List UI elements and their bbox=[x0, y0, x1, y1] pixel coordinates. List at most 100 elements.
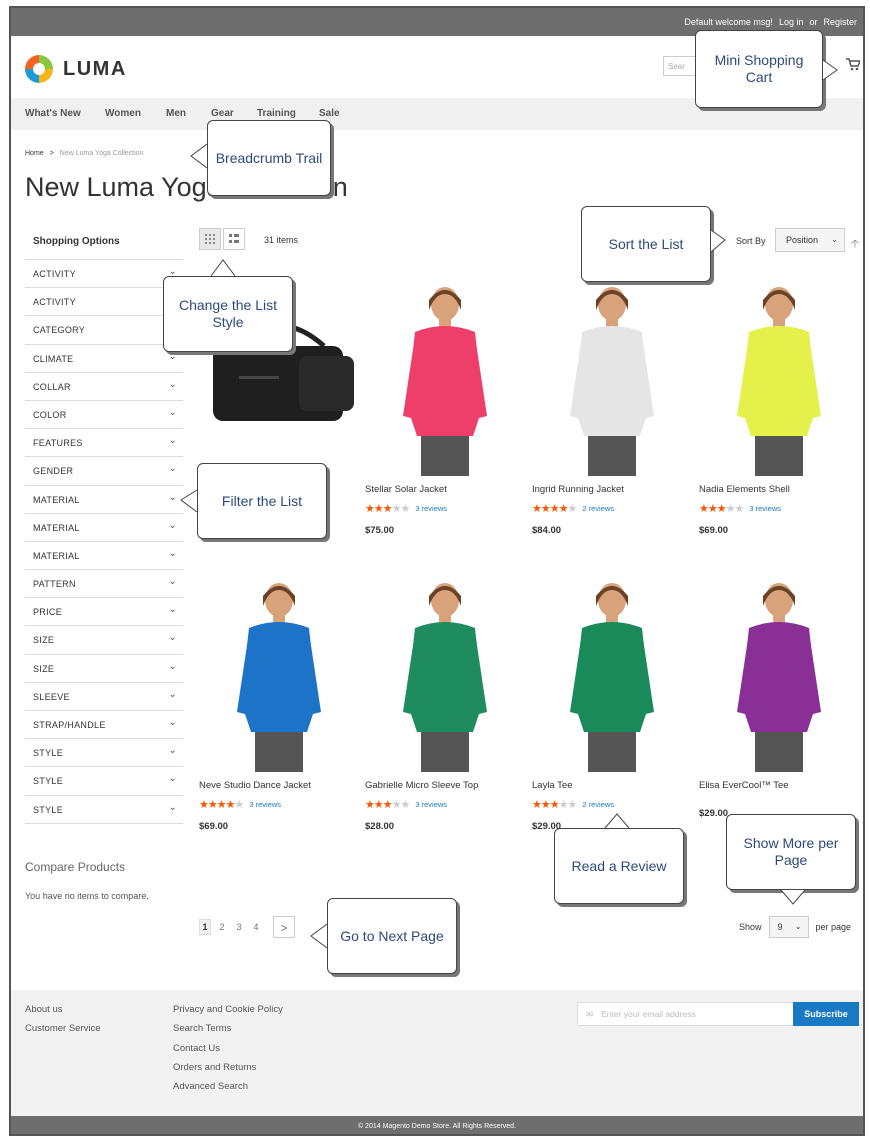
footer-link-customer-service[interactable]: Customer Service bbox=[25, 1023, 101, 1042]
callout-change-list-style: Change the List Style bbox=[163, 276, 293, 352]
compare-text: You have no items to compare. bbox=[25, 891, 149, 901]
filter-style[interactable]: STYLE ⌄ bbox=[25, 796, 183, 824]
grid-view-icon[interactable] bbox=[199, 228, 221, 250]
copyright-bar: © 2014 Magento Demo Store. All Rights Re… bbox=[11, 1116, 863, 1134]
callout-next-page: Go to Next Page bbox=[327, 898, 457, 974]
filter-features[interactable]: FEATURES ⌄ bbox=[25, 429, 183, 458]
nav-item-sale[interactable]: Sale bbox=[319, 108, 340, 119]
filter-label: CATEGORY bbox=[33, 325, 86, 336]
filter-climate[interactable]: CLIMATE ⌄ bbox=[25, 345, 183, 373]
list-view-icon[interactable] bbox=[223, 228, 245, 250]
product-image[interactable] bbox=[699, 276, 859, 476]
product-image[interactable] bbox=[532, 572, 692, 772]
limiter: Show 9 ⌄ per page bbox=[739, 916, 851, 938]
page-3[interactable]: 3 bbox=[233, 922, 245, 932]
callout-show-more: Show More per Page bbox=[726, 814, 856, 890]
product-card[interactable]: Ingrid Running Jacket ★★★★★ 2 reviews $84.0… bbox=[532, 276, 692, 536]
footer: About us Customer Service Privacy and Co… bbox=[11, 990, 863, 1116]
filter-label: STYLE bbox=[33, 804, 64, 815]
product-card[interactable]: Nadia Elements Shell ★★★★★ 3 reviews $69.00 bbox=[699, 276, 859, 536]
register-link[interactable]: Register bbox=[823, 17, 857, 27]
logo[interactable]: LUMA bbox=[25, 55, 127, 83]
filter-label: GENDER bbox=[33, 466, 74, 477]
filter-label: PRICE bbox=[33, 607, 63, 618]
filter-price[interactable]: PRICE ⌄ bbox=[25, 598, 183, 627]
breadcrumb-home[interactable]: Home bbox=[25, 150, 44, 157]
reviews-link[interactable]: 3 reviews bbox=[415, 504, 447, 513]
product-name[interactable]: Stellar Solar Jacket bbox=[365, 484, 525, 498]
filter-sleeve[interactable]: SLEEVE ⌄ bbox=[25, 683, 183, 711]
footer-link-about[interactable]: About us bbox=[25, 1004, 101, 1023]
product-name[interactable]: Neve Studio Dance Jacket bbox=[199, 780, 359, 794]
page-2[interactable]: 2 bbox=[216, 922, 228, 932]
nav-item-men[interactable]: Men bbox=[166, 108, 186, 119]
reviews-link[interactable]: 3 reviews bbox=[249, 800, 281, 809]
callout-filter-list: Filter the List bbox=[197, 463, 327, 539]
product-image[interactable] bbox=[532, 276, 692, 476]
product-card[interactable]: Stellar Solar Jacket ★★★★★ 3 reviews $75.00 bbox=[365, 276, 525, 536]
newsletter-email-input[interactable]: ✉ Enter your email address bbox=[577, 1002, 795, 1026]
nav-item-women[interactable]: Women bbox=[105, 108, 141, 119]
nav-item-gear[interactable]: Gear bbox=[211, 108, 234, 119]
reviews-link[interactable]: 3 reviews bbox=[749, 504, 781, 513]
footer-link-advanced-search[interactable]: Advanced Search bbox=[173, 1081, 283, 1100]
reviews-link[interactable]: 3 reviews bbox=[415, 800, 447, 809]
nav-item-training[interactable]: Training bbox=[257, 108, 296, 119]
filter-pattern[interactable]: PATTERN ⌄ bbox=[25, 570, 183, 599]
product-image[interactable] bbox=[365, 276, 525, 476]
footer-link-orders-returns[interactable]: Orders and Returns bbox=[173, 1062, 283, 1081]
product-image[interactable] bbox=[699, 572, 859, 772]
product-image[interactable] bbox=[365, 572, 525, 772]
product-price: $28.00 bbox=[365, 821, 395, 832]
footer-link-privacy[interactable]: Privacy and Cookie Policy bbox=[173, 1004, 283, 1023]
sort-by-select[interactable]: Position ⌄ bbox=[775, 228, 845, 252]
filter-label: STYLE bbox=[33, 776, 64, 787]
product-card[interactable]: Layla Tee ★★★★★ 2 reviews $29.00 bbox=[532, 572, 692, 832]
chevron-down-icon: ⌄ bbox=[168, 604, 177, 616]
product-card[interactable]: Neve Studio Dance Jacket ★★★★★ 3 reviews $6… bbox=[199, 572, 359, 832]
product-price: $69.00 bbox=[699, 525, 729, 536]
filter-strap-handle[interactable]: STRAP/HANDLE ⌄ bbox=[25, 711, 183, 740]
product-card[interactable]: Gabrielle Micro Sleeve Top ★★★★★ 3 reviews… bbox=[365, 572, 525, 832]
cart-icon[interactable] bbox=[846, 58, 862, 74]
reviews-link[interactable]: 2 reviews bbox=[582, 800, 614, 809]
filter-label: ACTIVITY bbox=[33, 269, 76, 279]
product-card[interactable]: Elisa EverCool™ Tee $29.00 bbox=[699, 572, 859, 819]
filter-activity[interactable]: ACTIVITY⌄ bbox=[25, 288, 183, 317]
filter-style[interactable]: STYLE ⌄ bbox=[25, 739, 183, 768]
product-name[interactable]: Ingrid Running Jacket bbox=[532, 484, 692, 498]
reviews-link[interactable]: 2 reviews bbox=[582, 504, 614, 513]
or-text: or bbox=[809, 17, 818, 27]
product-name[interactable]: Gabrielle Micro Sleeve Top bbox=[365, 780, 525, 794]
filter-size[interactable]: SIZE ⌄ bbox=[25, 655, 183, 683]
filter-size[interactable]: SIZE ⌄ bbox=[25, 626, 183, 655]
nav-item-whats-new[interactable]: What's New bbox=[25, 108, 81, 119]
filter-color[interactable]: COLOR ⌄ bbox=[25, 401, 183, 430]
rating-stars-icon: ★★★★★ bbox=[532, 503, 577, 515]
footer-link-search-terms[interactable]: Search Terms bbox=[173, 1023, 283, 1042]
pagination: 1 2 3 4 > bbox=[199, 916, 295, 938]
breadcrumb: Home > New Luma Yoga Collection bbox=[25, 150, 143, 157]
limiter-select[interactable]: 9 ⌄ bbox=[768, 916, 809, 938]
filter-material[interactable]: MATERIAL ⌄ bbox=[25, 514, 183, 542]
product-name[interactable]: Layla Tee bbox=[532, 780, 692, 794]
subscribe-button[interactable]: Subscribe bbox=[793, 1002, 859, 1026]
product-image[interactable] bbox=[199, 572, 359, 772]
filter-material[interactable]: MATERIAL ⌄ bbox=[25, 542, 183, 571]
footer-link-contact[interactable]: Contact Us bbox=[173, 1043, 283, 1062]
next-page-button[interactable]: > bbox=[273, 916, 295, 938]
filter-collar[interactable]: COLLAR ⌄ bbox=[25, 373, 183, 401]
sort-direction-icon[interactable]: 🡡 bbox=[851, 235, 859, 254]
product-name[interactable]: Nadia Elements Shell bbox=[699, 484, 859, 498]
filter-style[interactable]: STYLE ⌄ bbox=[25, 767, 183, 796]
filter-label: STRAP/HANDLE bbox=[33, 720, 106, 730]
login-link[interactable]: Log in bbox=[779, 17, 804, 27]
chevron-down-icon: ⌄ bbox=[168, 745, 177, 757]
filter-gender[interactable]: GENDER ⌄ bbox=[25, 457, 183, 486]
filter-activity[interactable]: ACTIVITY⌄ bbox=[25, 260, 183, 289]
page-4[interactable]: 4 bbox=[250, 922, 262, 932]
filter-material[interactable]: MATERIAL ⌄ bbox=[25, 486, 183, 514]
product-name[interactable]: Elisa EverCool™ Tee bbox=[699, 780, 859, 794]
filter-label: MATERIAL bbox=[33, 550, 80, 561]
filter-category[interactable]: CATEGORY⌄ bbox=[25, 316, 183, 345]
